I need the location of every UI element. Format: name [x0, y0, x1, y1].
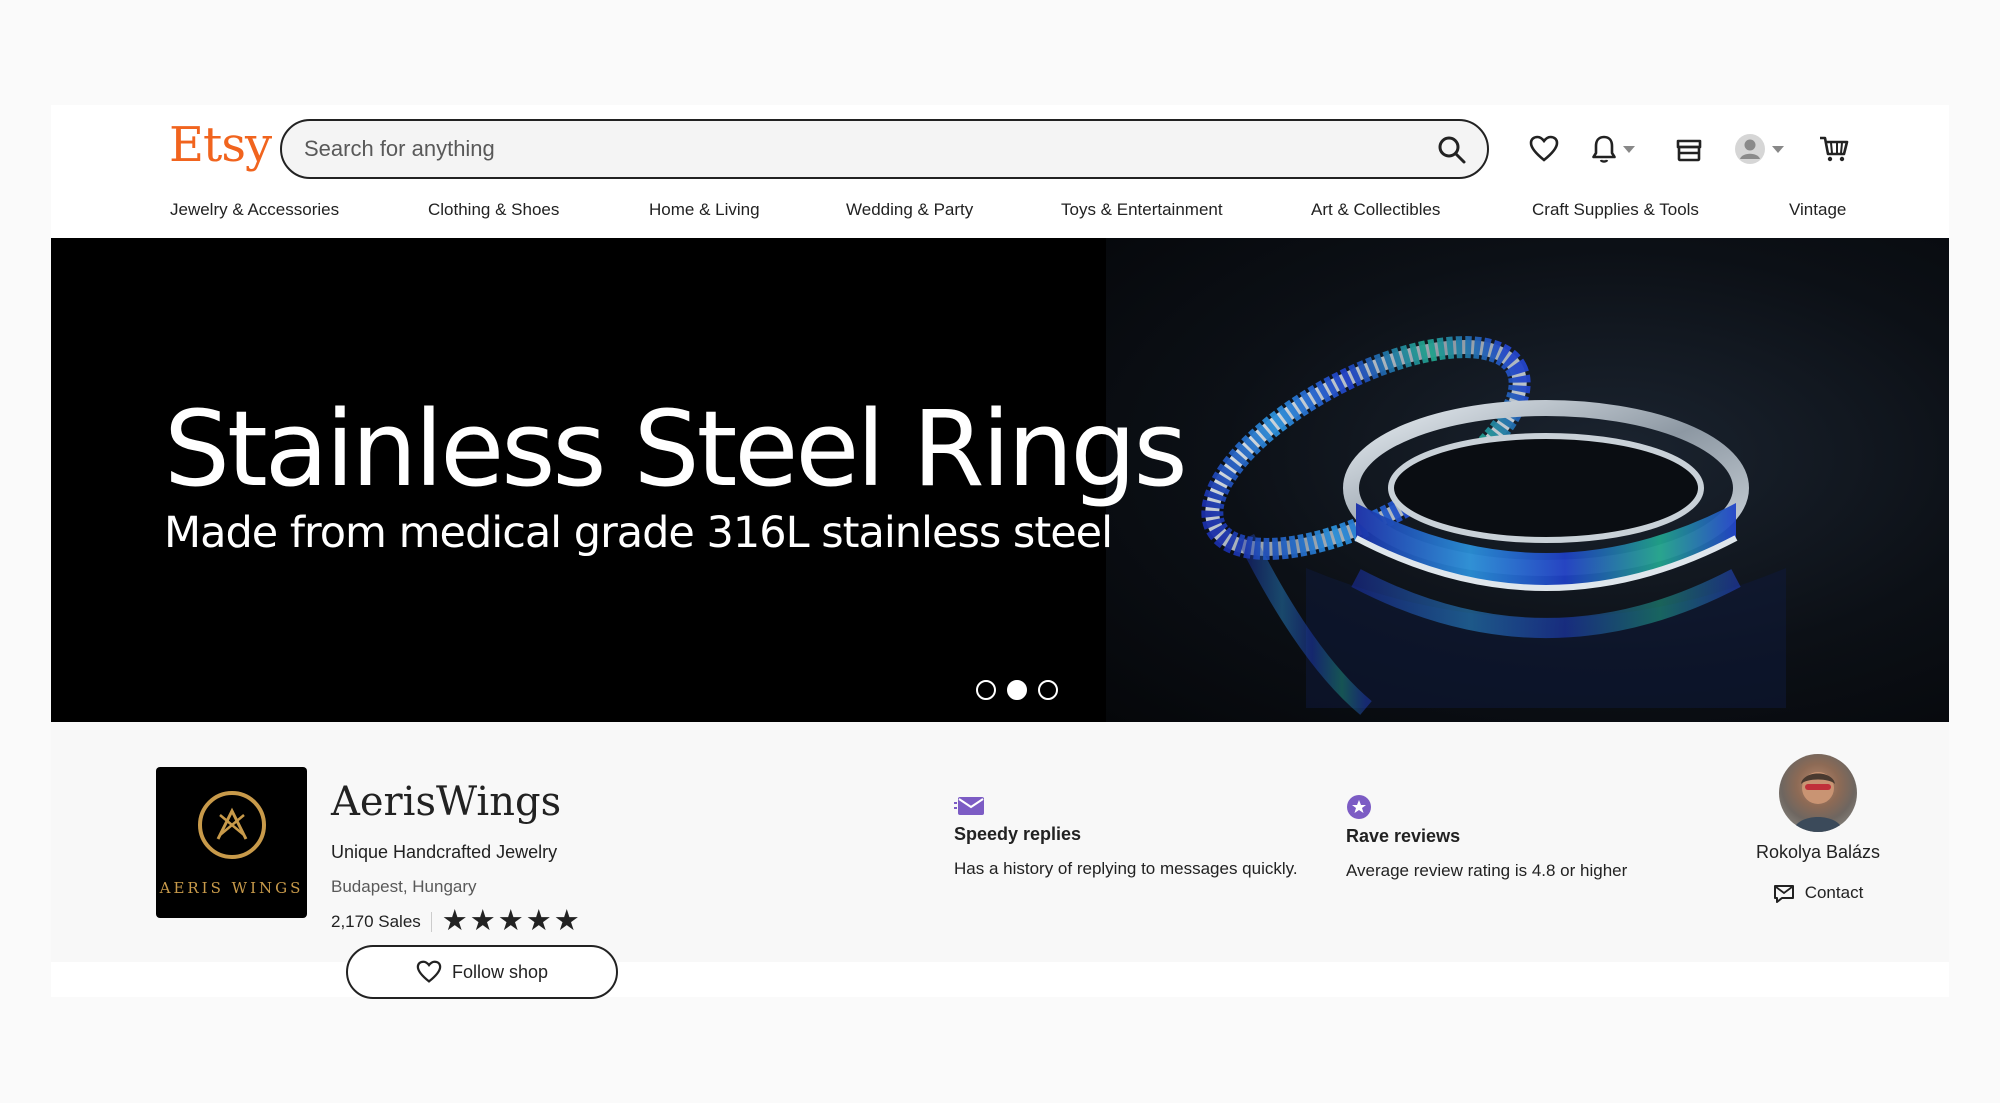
- heart-icon: [416, 960, 442, 983]
- shop-location: Budapest, Hungary: [331, 877, 477, 896]
- category-home[interactable]: Home & Living: [649, 200, 760, 220]
- star-icon: ★: [553, 905, 580, 937]
- chevron-down-icon: [1623, 145, 1635, 153]
- shop-name: AerisWings: [331, 779, 562, 825]
- category-craft[interactable]: Craft Supplies & Tools: [1532, 200, 1699, 220]
- category-wedding[interactable]: Wedding & Party: [846, 200, 973, 220]
- search-button[interactable]: [1435, 133, 1469, 167]
- owner-photo: [1793, 772, 1843, 832]
- banner-image: [1106, 238, 1949, 722]
- user-icon: [1735, 134, 1765, 164]
- carousel-dots: [976, 680, 1058, 700]
- follow-shop-button[interactable]: Follow shop: [346, 945, 618, 999]
- rings-illustration: [1201, 336, 1786, 715]
- account-menu-button[interactable]: [1734, 129, 1784, 169]
- search-icon: [1438, 136, 1466, 164]
- contact-label: Contact: [1804, 883, 1864, 902]
- envelope-icon: [954, 797, 984, 815]
- banner-title: Stainless Steel Rings: [164, 388, 1188, 510]
- bell-icon: [1592, 135, 1616, 163]
- etsy-logo[interactable]: Etsy: [169, 117, 272, 173]
- category-nav: Jewelry & Accessories Clothing & Shoes H…: [51, 200, 1949, 230]
- shop-icon: [1676, 139, 1702, 162]
- star-badge-icon: [1347, 795, 1371, 819]
- carousel-dot-3[interactable]: [1038, 680, 1058, 700]
- heart-icon: [1529, 135, 1559, 162]
- search-bar: [280, 119, 1489, 179]
- star-icon: ★: [441, 905, 468, 937]
- owner-name: Rokolya Balázs: [1755, 842, 1881, 862]
- search-input[interactable]: [304, 133, 1404, 165]
- shop-manager-button[interactable]: [1675, 129, 1703, 169]
- page-frame: Etsy Search for anything Jewelry & Acces…: [51, 105, 1949, 999]
- rating-stars[interactable]: ★ ★ ★ ★ ★: [442, 907, 580, 936]
- badge-rave-reviews: Rave reviews Average review rating is 4.…: [1346, 794, 1627, 881]
- badge-speedy-replies: Speedy replies Has a history of replying…: [954, 794, 1298, 879]
- cart-icon: [1820, 136, 1849, 162]
- cart-button[interactable]: [1818, 129, 1850, 169]
- category-jewelry[interactable]: Jewelry & Accessories: [170, 200, 339, 220]
- aeris-wings-monogram-icon: [198, 791, 266, 859]
- shop-tagline: Unique Handcrafted Jewelry: [331, 842, 558, 862]
- shop-owner: Rokolya Balázs Contact: [1728, 754, 1908, 908]
- divider: [430, 911, 432, 932]
- message-icon: [1773, 885, 1794, 903]
- shop-banner: Stainless Steel Rings Made from medical …: [51, 238, 1949, 722]
- star-icon: ★: [497, 905, 524, 937]
- category-toys[interactable]: Toys & Entertainment: [1061, 200, 1223, 220]
- category-vintage[interactable]: Vintage: [1789, 200, 1846, 220]
- banner-subtitle: Made from medical grade 316L stainless s…: [164, 508, 1113, 558]
- sales-count: 2,170 Sales: [331, 911, 421, 931]
- badge-description: Average review rating is 4.8 or higher: [1346, 861, 1628, 880]
- shop-logo[interactable]: AERIS WINGS: [156, 767, 307, 918]
- shop-sales-row: 2,170 Sales ★ ★ ★ ★ ★: [331, 907, 580, 936]
- badge-title: Speedy replies: [954, 824, 1082, 844]
- star-icon: ★: [469, 905, 496, 937]
- category-clothing[interactable]: Clothing & Shoes: [428, 200, 559, 220]
- follow-label: Follow shop: [451, 961, 549, 982]
- carousel-dot-2[interactable]: [1007, 680, 1027, 700]
- site-header: Etsy Search for anything Jewelry & Acces…: [51, 105, 1949, 238]
- shop-info: AERIS WINGS AerisWings Unique Handcrafte…: [51, 722, 1949, 999]
- shop-logo-wordmark: AERIS WINGS: [159, 879, 304, 897]
- carousel-dot-1[interactable]: [976, 680, 996, 700]
- category-art[interactable]: Art & Collectibles: [1311, 200, 1440, 220]
- favorites-button[interactable]: [1529, 129, 1559, 169]
- owner-avatar[interactable]: [1779, 754, 1857, 832]
- star-icon: ★: [525, 905, 552, 937]
- badge-title: Rave reviews: [1346, 826, 1461, 846]
- contact-button[interactable]: Contact: [1773, 883, 1864, 903]
- badge-description: Has a history of replying to messages qu…: [954, 859, 1298, 878]
- notifications-button[interactable]: [1591, 129, 1635, 169]
- chevron-down-icon: [1772, 145, 1784, 153]
